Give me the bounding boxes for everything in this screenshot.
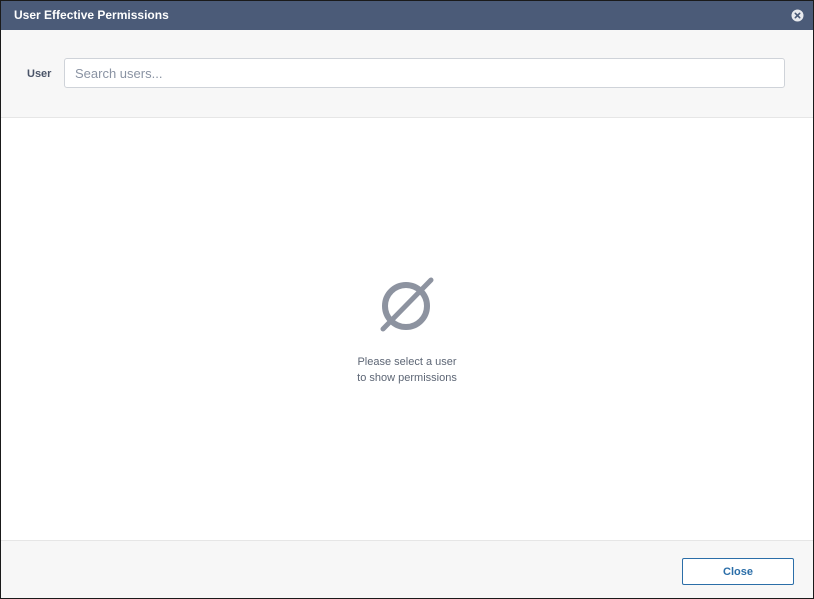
dialog-titlebar: User Effective Permissions — [1, 1, 813, 30]
empty-state-line-1: Please select a user — [357, 356, 457, 368]
close-button[interactable]: Close — [682, 558, 794, 585]
empty-state-message: Please select a user to show permissions — [307, 354, 507, 386]
search-users-input[interactable] — [64, 58, 785, 88]
user-filter-section: User — [1, 30, 813, 118]
user-label: User — [27, 68, 52, 80]
dialog-footer: Close — [1, 540, 813, 598]
dialog-title: User Effective Permissions — [14, 8, 169, 22]
empty-set-icon — [377, 276, 435, 334]
empty-state-line-2: to show permissions — [357, 372, 457, 384]
user-effective-permissions-dialog: User Effective Permissions User Please s… — [0, 0, 814, 599]
empty-state: Please select a user to show permissions — [1, 118, 813, 540]
close-circle-icon[interactable] — [791, 9, 804, 22]
